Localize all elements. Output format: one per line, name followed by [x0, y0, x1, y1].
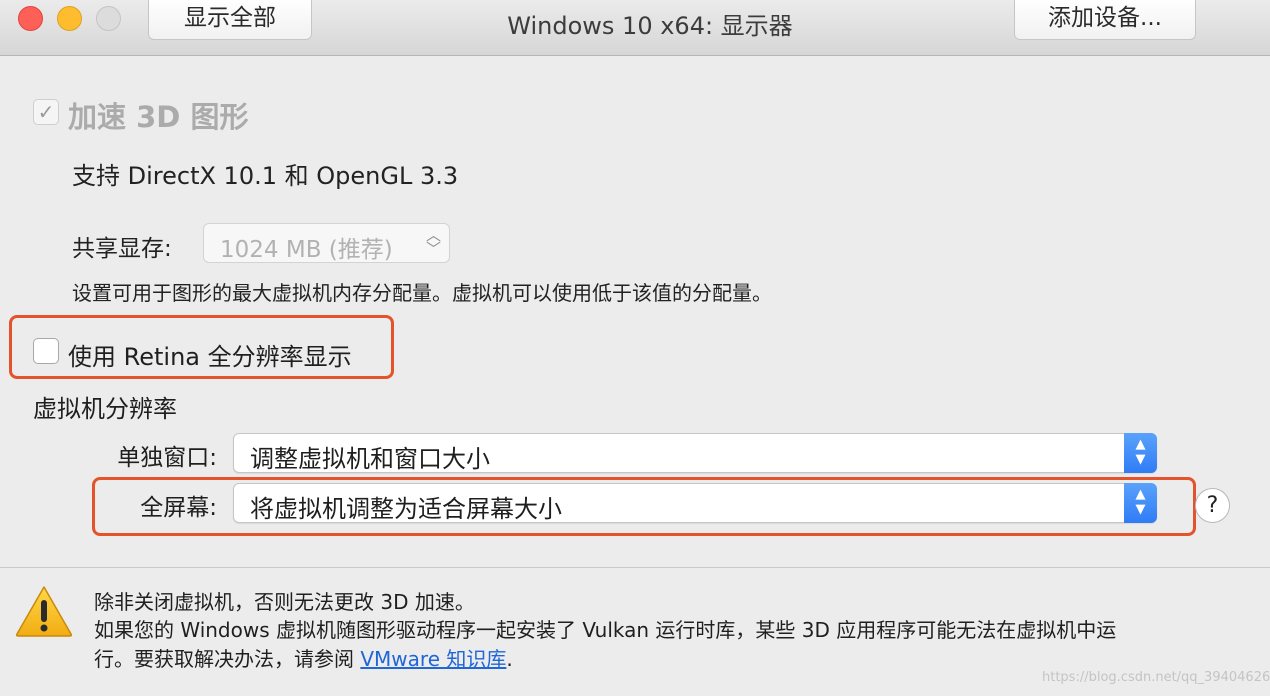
resolution-heading: 虚拟机分辨率 [33, 395, 177, 423]
window-title: Windows 10 x64: 显示器 [507, 12, 793, 40]
show-all-button[interactable]: 显示全部 [148, 0, 312, 40]
full-screen-label: 全屏幕: [140, 495, 217, 521]
shared-memory-value: 1024 MB (推荐) [220, 237, 393, 263]
shared-memory-label: 共享显存: [72, 236, 172, 262]
shared-memory-hint: 设置可用于图形的最大虚拟机内存分配量。虚拟机可以使用低于该值的分配量。 [72, 281, 772, 305]
close-window-button[interactable] [18, 6, 43, 31]
notice-line-2: 如果您的 Windows 虚拟机随图形驱动程序一起安装了 Vulkan 运行时库… [94, 618, 1117, 642]
accelerate-3d-checkbox[interactable]: ✓ [33, 99, 59, 125]
notice-line-3: 行。要获取解决办法，请参阅 VMware 知识库. [94, 643, 513, 672]
notice-line-1: 除非关闭虚拟机，否则无法更改 3D 加速。 [94, 590, 475, 614]
notice-line-3-end: . [506, 647, 513, 671]
accelerate-3d-label: 加速 3D 图形 [68, 100, 249, 134]
up-down-chevron-icon: ▲ ▼ [1124, 433, 1157, 473]
single-window-popup[interactable]: 调整虚拟机和窗口大小 ▲ ▼ [233, 433, 1157, 473]
minimize-window-button[interactable] [57, 6, 82, 31]
watermark-text: https://blog.csdn.net/qq_39404626 [1042, 670, 1270, 685]
checkmark-icon: ✓ [37, 100, 55, 124]
up-down-chevron-icon: ▲ ▼ [1124, 483, 1157, 523]
warning-triangle-icon [15, 586, 73, 637]
retina-label: 使用 Retina 全分辨率显示 [68, 343, 352, 371]
help-button[interactable]: ? [1195, 488, 1230, 523]
zoom-window-button[interactable] [96, 6, 121, 31]
single-window-label: 单独窗口: [117, 445, 217, 471]
retina-checkbox[interactable] [33, 338, 59, 364]
notice-line-3-text: 行。要获取解决办法，请参阅 [94, 647, 361, 671]
vmware-kb-link[interactable]: VMware 知识库 [360, 647, 506, 671]
full-screen-popup[interactable]: 将虚拟机调整为适合屏幕大小 ▲ ▼ [233, 483, 1157, 523]
add-device-button[interactable]: 添加设备... [1014, 0, 1196, 40]
single-window-value: 调整虚拟机和窗口大小 [250, 445, 490, 473]
graphics-support-text: 支持 DirectX 10.1 和 OpenGL 3.3 [72, 162, 459, 190]
title-bar: 显示全部 Windows 10 x64: 显示器 添加设备... [0, 0, 1270, 56]
shared-memory-select[interactable]: 1024 MB (推荐) ︿ ﹀ [203, 223, 450, 263]
section-divider [0, 567, 1270, 568]
full-screen-value: 将虚拟机调整为适合屏幕大小 [250, 495, 562, 523]
up-down-chevron-icon: ︿ ﹀ [425, 226, 441, 258]
